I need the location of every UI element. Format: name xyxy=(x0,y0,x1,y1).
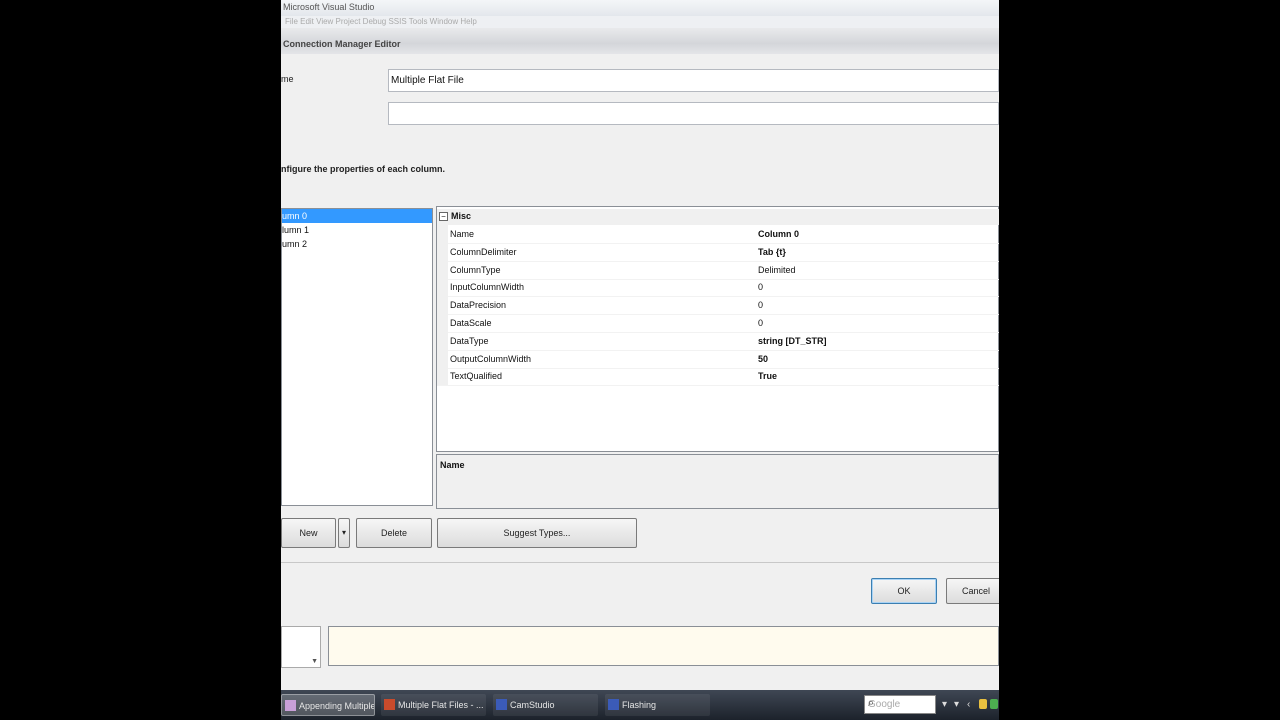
category-label: Misc xyxy=(451,211,472,221)
property-value[interactable]: 0 xyxy=(758,282,763,292)
notification-icon[interactable] xyxy=(979,699,987,709)
row-gutter xyxy=(437,349,448,368)
property-name: OutputColumnWidth xyxy=(450,353,532,364)
output-dropdown[interactable]: ▼ xyxy=(281,626,321,668)
taskbar-item[interactable]: Multiple Flat Files - ... xyxy=(381,694,486,716)
row-gutter xyxy=(437,367,448,386)
property-value[interactable]: True xyxy=(758,371,777,381)
row-gutter xyxy=(437,331,448,350)
property-name: ColumnDelimiter xyxy=(450,246,517,257)
property-name: DataPrecision xyxy=(450,300,507,311)
dialog-body: me Multiple Flat File nfigure the proper… xyxy=(281,54,999,626)
magnifier-icon[interactable]: ⌕ xyxy=(868,697,933,710)
description-field[interactable] xyxy=(388,102,999,125)
vs-title-text: Microsoft Visual Studio xyxy=(283,2,375,12)
vs-menu-text: File Edit View Project Debug SSIS Tools … xyxy=(285,17,477,26)
app-icon xyxy=(285,700,296,712)
property-value[interactable]: Delimited xyxy=(758,265,796,275)
vs-title-bar: Microsoft Visual Studio xyxy=(281,0,999,17)
column-item[interactable]: lumn 1 xyxy=(282,223,432,237)
tray-arrow-icon[interactable]: ▾ xyxy=(954,699,959,710)
collapse-icon[interactable]: − xyxy=(439,212,448,221)
row-gutter xyxy=(437,242,448,261)
property-name: TextQualified xyxy=(450,371,503,382)
column-item[interactable]: umn 0 xyxy=(282,209,432,223)
property-value[interactable]: 0 xyxy=(758,300,763,310)
property-name: InputColumnWidth xyxy=(450,282,525,293)
dialog-title: Connection Manager Editor xyxy=(283,39,401,49)
pdf-icon xyxy=(384,699,395,711)
taskbar-item[interactable]: Flashing xyxy=(605,694,710,716)
property-row[interactable]: Name Column 0 xyxy=(437,225,999,244)
taskbar: Appending Multiple... Multiple Flat File… xyxy=(281,690,999,720)
description-panel: Name xyxy=(436,454,999,509)
property-row[interactable]: DataType string [DT_STR] xyxy=(437,331,999,351)
property-grid[interactable]: − Misc Name Column 0 ColumnDelimiter Tab {t… xyxy=(436,206,999,452)
camstudio-icon xyxy=(608,699,619,711)
taskbar-item[interactable]: CamStudio xyxy=(493,694,598,716)
taskbar-item-label: CamStudio xyxy=(510,700,555,710)
delete-button[interactable]: Delete xyxy=(356,518,432,548)
taskbar-item-label: Flashing xyxy=(622,700,657,710)
cancel-button[interactable]: Cancel xyxy=(946,578,999,604)
property-value[interactable]: 0 xyxy=(758,318,763,328)
row-gutter xyxy=(437,260,448,279)
description-title: Name xyxy=(440,460,465,470)
dialog-title-bar: Connection Manager Editor xyxy=(281,28,999,54)
ok-button[interactable]: OK xyxy=(871,578,937,604)
property-name: DataScale xyxy=(450,318,492,328)
property-value[interactable]: 50 xyxy=(758,354,768,364)
taskbar-item-label: Multiple Flat Files - ... xyxy=(398,700,484,710)
chevron-left-icon[interactable]: ‹ xyxy=(967,699,970,710)
screen: Microsoft Visual Studio File Edit View P… xyxy=(281,0,999,720)
new-button[interactable]: New xyxy=(281,518,336,548)
taskbar-item-label: Appending Multiple... xyxy=(299,701,375,711)
name-label: me xyxy=(281,74,294,84)
property-value[interactable]: Column 0 xyxy=(758,229,799,239)
property-name: DataType xyxy=(450,335,489,346)
property-row[interactable]: InputColumnWidth 0 xyxy=(437,278,999,298)
property-row[interactable]: DataScale 0 xyxy=(437,314,999,333)
network-icon[interactable] xyxy=(990,699,998,709)
row-gutter xyxy=(437,278,448,297)
tray-arrow-icon[interactable]: ▾ xyxy=(942,699,947,710)
new-dropdown-button[interactable]: ▾ xyxy=(338,518,350,548)
row-gutter xyxy=(437,225,448,243)
property-row[interactable]: TextQualified True xyxy=(437,367,999,387)
property-name: ColumnType xyxy=(450,264,501,275)
vs-menu-bar: File Edit View Project Debug SSIS Tools … xyxy=(281,16,999,28)
output-pane[interactable] xyxy=(328,626,999,666)
name-field[interactable]: Multiple Flat File xyxy=(388,69,999,92)
property-row[interactable]: ColumnDelimiter Tab {t} xyxy=(437,242,999,262)
property-row[interactable]: ColumnType Delimited xyxy=(437,260,999,280)
suggest-types-button[interactable]: Suggest Types... xyxy=(437,518,637,548)
taskbar-item[interactable]: Appending Multiple... xyxy=(281,694,375,716)
row-gutter xyxy=(437,296,448,315)
row-gutter xyxy=(437,314,448,332)
camstudio-icon xyxy=(496,699,507,711)
property-value[interactable]: Tab {t} xyxy=(758,247,786,257)
property-row[interactable]: OutputColumnWidth 50 xyxy=(437,349,999,369)
property-row[interactable]: DataPrecision 0 xyxy=(437,296,999,316)
category-row[interactable]: − Misc xyxy=(437,209,999,225)
divider xyxy=(281,562,999,563)
property-value[interactable]: string [DT_STR] xyxy=(758,336,827,346)
search-input[interactable]: Google ⌕ xyxy=(864,695,936,714)
property-name: Name xyxy=(450,229,475,239)
output-area: ▼ xyxy=(281,626,999,690)
instruction-text: nfigure the properties of each column. xyxy=(281,164,446,174)
chevron-down-icon[interactable]: ▼ xyxy=(311,658,318,665)
columns-list[interactable]: umn 0 lumn 1 umn 2 xyxy=(281,208,433,506)
column-item[interactable]: umn 2 xyxy=(282,237,432,251)
